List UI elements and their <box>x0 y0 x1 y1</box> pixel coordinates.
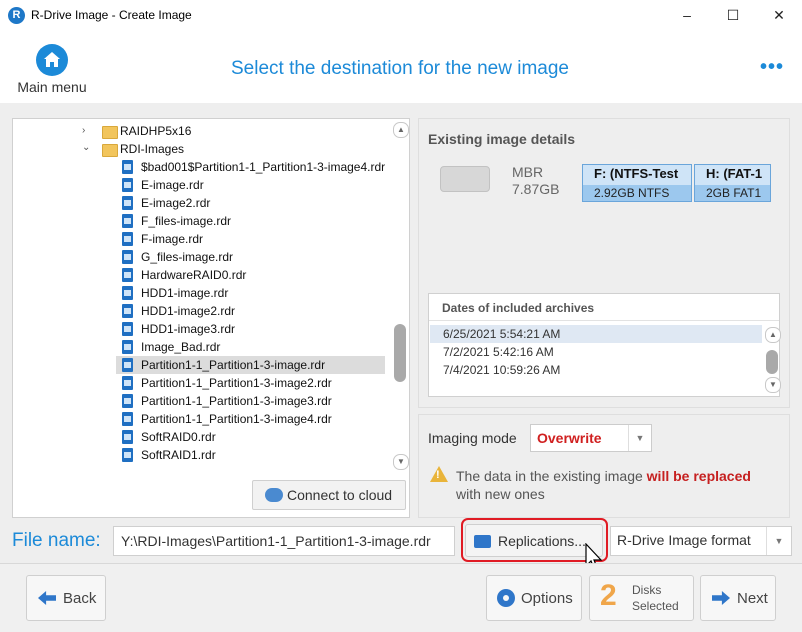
scroll-up-icon[interactable]: ▲ <box>393 122 409 138</box>
file-icon <box>122 376 133 390</box>
tree-file-item[interactable]: HDD1-image2.rdr <box>116 302 235 320</box>
file-icon <box>122 340 133 354</box>
home-icon[interactable] <box>36 44 68 76</box>
divider <box>429 320 779 321</box>
selected-label: Selected <box>632 599 679 613</box>
dates-header: Dates of included archives <box>442 301 595 315</box>
next-label: Next <box>737 590 768 607</box>
partition-info: 2.92GB NTFS <box>594 186 670 200</box>
hard-disk-icon <box>440 166 490 192</box>
page-title: Select the destination for the new image <box>231 58 569 79</box>
tree-file-item[interactable]: HDD1-image3.rdr <box>116 320 235 338</box>
folder-icon <box>102 144 118 157</box>
file-icon <box>122 160 133 174</box>
imaging-mode-label: Imaging mode <box>428 430 517 446</box>
next-button[interactable]: Next <box>700 575 776 621</box>
chevron-down-icon[interactable]: ▼ <box>766 527 791 555</box>
file-icon <box>122 250 133 264</box>
minimize-button[interactable]: – <box>664 0 710 31</box>
file-icon <box>122 286 133 300</box>
dates-scroll-thumb[interactable] <box>766 350 778 374</box>
connect-to-cloud-button[interactable]: Connect to cloud <box>252 480 406 510</box>
warning-strong: will be replaced <box>646 468 751 484</box>
connect-cloud-label: Connect to cloud <box>287 487 393 503</box>
tree-folder-rdi-images[interactable]: RDI-Images <box>120 140 184 158</box>
warning-prefix: The data in the existing image <box>456 468 647 484</box>
close-button[interactable]: ✕ <box>756 0 802 31</box>
tree-file-item[interactable]: Partition1-1_Partition1-3-image2.rdr <box>116 374 332 392</box>
scroll-down-icon[interactable]: ▼ <box>393 454 409 470</box>
disk-type: MBR <box>512 164 544 180</box>
partition-name: H: (FAT-1 <box>706 166 763 181</box>
partition-name: F: (NTFS-Test <box>594 166 679 181</box>
tree-file-item[interactable]: F_files-image.rdr <box>116 212 231 230</box>
disks-label: Disks <box>632 583 662 597</box>
warning-text: The data in the existing image will be r… <box>456 467 776 503</box>
file-icon <box>122 358 133 372</box>
file-icon <box>122 214 133 228</box>
arrow-left-icon <box>38 591 56 605</box>
date-row[interactable]: 7/4/2021 10:59:26 AM <box>430 361 762 379</box>
details-title: Existing image details <box>428 131 576 147</box>
date-row[interactable]: 6/25/2021 5:54:21 AM <box>430 325 762 343</box>
chevron-down-icon[interactable]: ⌄ <box>82 142 90 153</box>
image-format-value: R-Drive Image format <box>617 532 751 548</box>
replications-label: Replications... <box>498 533 586 549</box>
window-title: R-Drive Image - Create Image <box>31 8 192 22</box>
partition-f[interactable]: F: (NTFS-Test 2.92GB NTFS <box>582 164 692 202</box>
file-icon <box>122 322 133 336</box>
date-row[interactable]: 7/2/2021 5:42:16 AM <box>430 343 762 361</box>
tree-file-item[interactable]: $bad001$Partition1-1_Partition1-3-image4… <box>116 158 385 176</box>
imaging-mode-value: Overwrite <box>537 430 602 446</box>
disk-size: 7.87GB <box>512 181 560 197</box>
disks-selected-button[interactable]: 2 Disks Selected <box>589 575 694 621</box>
file-icon <box>122 178 133 192</box>
file-icon <box>122 412 133 426</box>
file-name-input[interactable] <box>113 526 455 556</box>
file-icon <box>122 268 133 282</box>
file-icon <box>122 196 133 210</box>
tree-file-item[interactable]: G_files-image.rdr <box>116 248 233 266</box>
tree-file-item[interactable]: Partition1-1_Partition1-3-image.rdr <box>116 356 385 374</box>
tree-scroll-thumb[interactable] <box>394 324 406 382</box>
gear-icon <box>497 589 515 607</box>
folder-plus-icon <box>474 535 491 548</box>
options-button[interactable]: Options <box>486 575 582 621</box>
file-icon <box>122 430 133 444</box>
cloud-icon <box>265 488 283 502</box>
partition-info: 2GB FAT1 <box>706 186 762 200</box>
folder-icon <box>102 126 118 139</box>
back-label: Back <box>63 590 97 607</box>
app-logo-icon: R <box>8 7 25 24</box>
replications-button[interactable]: Replications... <box>465 524 603 557</box>
back-button[interactable]: Back <box>26 575 106 621</box>
more-options-icon[interactable]: ••• <box>760 56 784 79</box>
warning-suffix: with new ones <box>456 486 545 502</box>
tree-file-item[interactable]: Partition1-1_Partition1-3-image4.rdr <box>116 410 332 428</box>
file-icon <box>122 232 133 246</box>
file-icon <box>122 304 133 318</box>
warning-mark: ! <box>436 469 440 481</box>
file-icon <box>122 394 133 408</box>
disks-count: 2 <box>600 579 617 612</box>
partition-h[interactable]: H: (FAT-1 2GB FAT1 <box>694 164 771 202</box>
file-name-label: File name: <box>12 530 101 551</box>
tree-scrollbar[interactable] <box>392 120 408 468</box>
tree-file-item[interactable]: Partition1-1_Partition1-3-image3.rdr <box>116 392 332 410</box>
arrow-right-icon <box>712 591 730 605</box>
file-icon <box>122 448 133 462</box>
main-menu-button[interactable]: Main menu <box>14 79 90 95</box>
tree-folder-raidhp5x16[interactable]: RAIDHP5x16 <box>120 122 191 140</box>
scroll-up-icon[interactable]: ▲ <box>765 327 781 343</box>
chevron-right-icon[interactable]: › <box>82 125 85 136</box>
tree-file-item[interactable]: HardwareRAID0.rdr <box>116 266 246 284</box>
maximize-button[interactable]: ☐ <box>710 0 756 31</box>
chevron-down-icon[interactable]: ▼ <box>628 425 651 451</box>
options-label: Options <box>521 590 573 607</box>
scroll-down-icon[interactable]: ▼ <box>765 377 781 393</box>
